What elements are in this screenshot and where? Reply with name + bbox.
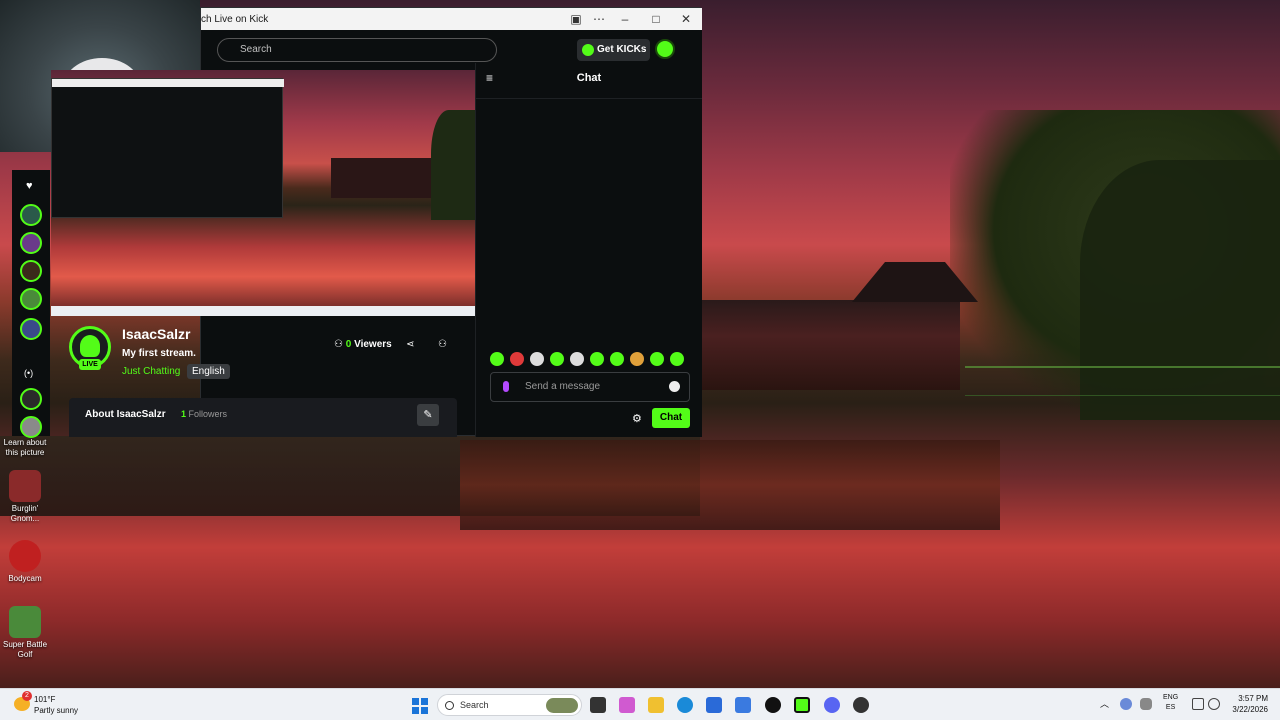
kick-app-icon[interactable] — [794, 697, 810, 713]
sidebar-channel-avatar[interactable] — [20, 260, 42, 282]
user-avatar[interactable] — [655, 39, 675, 59]
heart-icon[interactable]: ♥ — [26, 180, 33, 192]
weather-icon[interactable] — [14, 691, 32, 711]
title-bar: ch Live on Kick ▣ ⋯ – □ ✕ — [201, 8, 702, 30]
chat-header: ≡ Chat — [476, 63, 702, 99]
category-link[interactable]: Just Chatting — [122, 366, 180, 377]
share-icon[interactable]: ⋖ — [406, 339, 414, 350]
tiktok-icon[interactable] — [765, 697, 781, 713]
kick-mascot-icon — [80, 335, 100, 357]
sidebar-channel-avatar[interactable] — [20, 204, 42, 226]
sidebar-channel-avatar[interactable] — [20, 232, 42, 254]
minimize-button[interactable]: – — [610, 8, 640, 30]
get-kicks-button[interactable]: Get KICKs — [577, 39, 650, 61]
edge-icon[interactable] — [677, 697, 693, 713]
about-title: About IsaacSalzr — [85, 409, 166, 420]
desktop-fence — [965, 366, 1280, 396]
taskbar-search[interactable]: Search — [437, 694, 582, 716]
emote-icon[interactable] — [630, 352, 644, 366]
video-nested-window — [51, 78, 284, 218]
outlook-icon[interactable] — [735, 697, 751, 713]
video-trees — [431, 110, 475, 220]
emote-icon[interactable] — [530, 352, 544, 366]
edit-icon[interactable]: ✎ — [417, 404, 439, 426]
viewers-icon: ⚇ — [334, 339, 346, 350]
windows-taskbar: 101°F Partly sunny Search ︿ ENG ES 3:57 … — [0, 688, 1280, 720]
desktop-bridge — [700, 300, 960, 390]
emote-icon[interactable] — [490, 352, 504, 366]
kick-window: ch Live on Kick ▣ ⋯ – □ ✕ Search Get KIC… — [51, 7, 702, 437]
sidebar-channel-avatar[interactable] — [20, 288, 42, 310]
followers-count: 1 Followers — [181, 409, 228, 419]
emote-icon[interactable] — [650, 352, 664, 366]
mic-tray-icon[interactable] — [1140, 698, 1152, 710]
kicks-coin-icon — [582, 44, 594, 56]
video-player[interactable] — [51, 70, 475, 316]
system-clock[interactable]: 3:57 PM 3/22/2026 — [1228, 693, 1268, 715]
weather-condition[interactable]: Partly sunny — [34, 706, 78, 715]
game-icon — [9, 470, 41, 502]
emote-bar — [490, 352, 690, 368]
emote-icon[interactable] — [610, 352, 624, 366]
viewer-count: ⚇ 0 Viewers — [334, 339, 392, 350]
learn-about-picture[interactable]: Learn about this picture — [0, 438, 50, 458]
video-temple — [331, 158, 431, 198]
desktop-icon-burglin[interactable]: Burglin' Gnom... — [0, 470, 50, 524]
about-panel: About IsaacSalzr 1 Followers ✎ — [69, 398, 457, 437]
close-button[interactable]: ✕ — [671, 8, 701, 30]
kick-sidebar: ♥ (•) — [12, 170, 50, 438]
discord-icon[interactable] — [824, 697, 840, 713]
emoji-icon[interactable] — [669, 381, 680, 392]
window-title: ch Live on Kick — [201, 14, 269, 25]
game-icon — [9, 540, 41, 572]
emote-icon[interactable] — [550, 352, 564, 366]
monitor-icon[interactable] — [1192, 698, 1204, 710]
chevron-up-icon[interactable]: ︿ — [1100, 697, 1109, 710]
obs-icon[interactable] — [853, 697, 869, 713]
desktop-icon-bodycam[interactable]: Bodycam — [0, 540, 50, 584]
sidebar-channel-avatar[interactable] — [20, 416, 42, 438]
search-icon — [445, 701, 454, 710]
emote-icon[interactable] — [590, 352, 604, 366]
search-highlight-image — [546, 698, 578, 713]
maximize-button[interactable]: □ — [641, 8, 671, 30]
store-icon[interactable] — [706, 697, 722, 713]
mic-icon[interactable] — [503, 381, 509, 392]
live-signal-icon: (•) — [24, 368, 34, 378]
stream-title: My first stream. — [122, 348, 196, 359]
windows-start-icon[interactable] — [412, 698, 428, 714]
sidebar-channel-avatar[interactable] — [20, 388, 42, 410]
language-tag[interactable]: English — [187, 364, 230, 379]
copilot-icon[interactable] — [619, 697, 635, 713]
emote-icon[interactable] — [510, 352, 524, 366]
file-explorer-icon[interactable] — [648, 697, 664, 713]
live-badge: LIVE — [79, 359, 101, 370]
emote-icon[interactable] — [670, 352, 684, 366]
volume-icon[interactable] — [1208, 698, 1220, 710]
gear-icon[interactable]: ⚙ — [632, 412, 642, 425]
desktop-icon-golf[interactable]: Super Battle Golf — [0, 606, 50, 660]
cloud-icon[interactable] — [1120, 698, 1132, 710]
chat-panel: ≡ Chat Send a message ⚙ Chat — [475, 63, 702, 437]
video-nested-titlebar — [52, 79, 284, 87]
streamer-name[interactable]: IsaacSalzr — [122, 326, 191, 342]
chat-message-input[interactable]: Send a message — [490, 372, 690, 402]
game-icon — [9, 606, 41, 638]
weather-temp[interactable]: 101°F — [34, 695, 55, 704]
sidebar-channel-avatar[interactable] — [20, 318, 42, 340]
input-language[interactable]: ENG ES — [1163, 693, 1178, 713]
follow-icon[interactable]: ⚇ — [438, 339, 447, 350]
search-input[interactable]: Search — [217, 38, 497, 62]
video-nested-taskbar — [51, 306, 475, 316]
desktop-reflection — [460, 440, 1000, 530]
send-chat-button[interactable]: Chat — [652, 408, 690, 428]
task-view-icon[interactable] — [590, 697, 606, 713]
emote-icon[interactable] — [570, 352, 584, 366]
